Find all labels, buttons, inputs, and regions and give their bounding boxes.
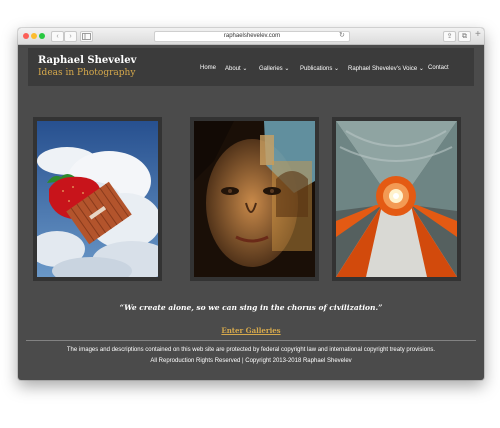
browser-toolbar: ‹ › raphaelshevelev.com ↻ ⇪ ⧉ + (18, 28, 484, 45)
site-header: Raphael Shevelev Ideas in Photography Ho… (28, 48, 474, 86)
browser-window: ‹ › raphaelshevelev.com ↻ ⇪ ⧉ + Raphael … (18, 28, 484, 380)
strawberry-container-photo (37, 121, 158, 277)
sidebar-icon[interactable] (80, 31, 93, 42)
tabs-icon[interactable]: ⧉ (458, 31, 471, 42)
nav-voice[interactable]: Raphael Shevelev's Voice ⌄ (348, 65, 424, 72)
gallery-image-strawberry[interactable] (33, 117, 162, 281)
forward-button[interactable]: › (64, 31, 77, 42)
nav-galleries[interactable]: Galleries ⌄ (259, 65, 289, 72)
share-icon[interactable]: ⇪ (443, 31, 456, 42)
enter-galleries-link[interactable]: Enter Galleries (18, 326, 484, 335)
featured-quote: “We create alone, so we can sing in the … (119, 303, 383, 312)
nav-home[interactable]: Home (200, 65, 216, 71)
close-window-button[interactable] (23, 33, 29, 39)
nav-contact[interactable]: Contact (428, 65, 449, 71)
gallery-image-tunnel[interactable] (332, 117, 461, 281)
minimize-window-button[interactable] (31, 33, 37, 39)
tunnel-photo (336, 121, 457, 277)
footer-divider (26, 340, 476, 341)
address-bar[interactable]: raphaelshevelev.com (154, 31, 350, 42)
nav-publications[interactable]: Publications ⌄ (300, 65, 339, 72)
site-tagline: Ideas in Photography (38, 68, 136, 78)
face-architecture-photo (194, 121, 315, 277)
back-button[interactable]: ‹ (51, 31, 64, 42)
new-tab-button[interactable]: + (475, 29, 481, 40)
reload-icon[interactable]: ↻ (339, 31, 345, 40)
zoom-window-button[interactable] (39, 33, 45, 39)
site-title[interactable]: Raphael Shevelev (38, 55, 136, 66)
reproduction-rights: All Reproduction Rights Reserved | Copyr… (150, 358, 352, 364)
gallery-image-face[interactable] (190, 117, 319, 281)
nav-about[interactable]: About ⌄ (225, 65, 247, 72)
copyright-notice: The images and descriptions contained on… (66, 347, 436, 353)
